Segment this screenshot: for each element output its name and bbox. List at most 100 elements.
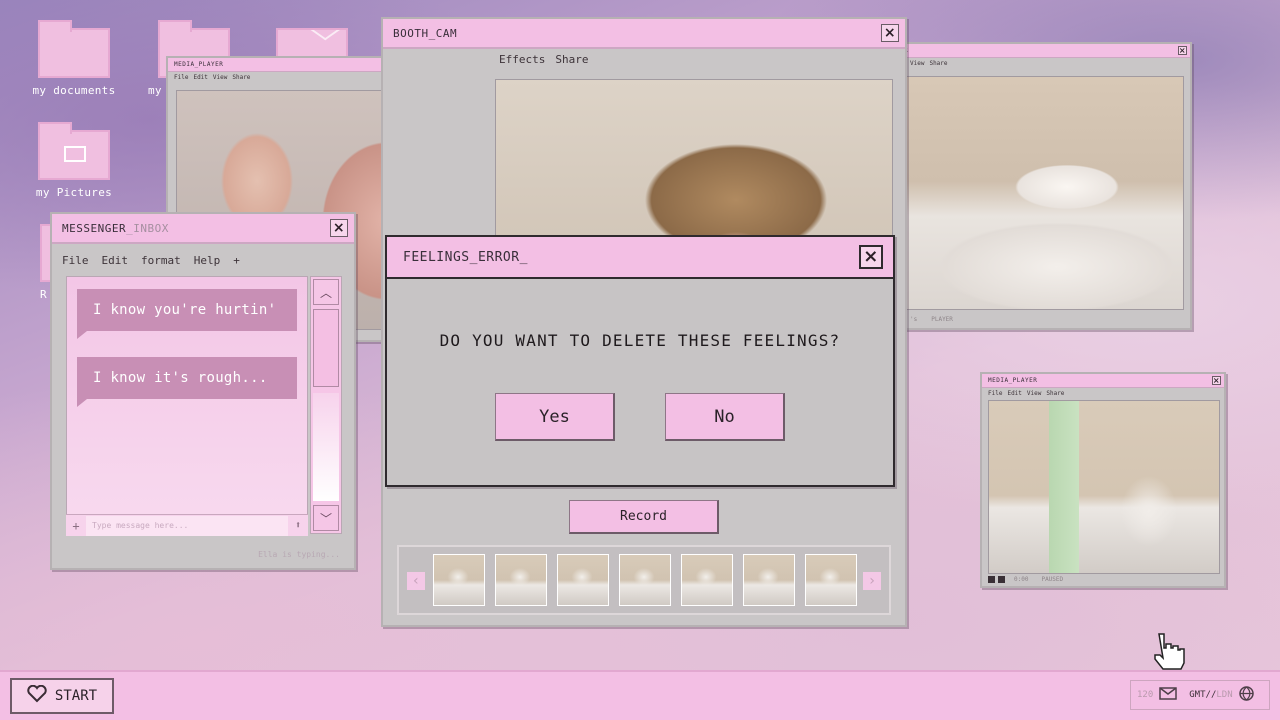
- chat-area: I know you're hurtin' I know it's rough.…: [66, 276, 308, 534]
- timezone-label: GMT//LDN: [1189, 690, 1232, 700]
- thumbnail-strip: ‹ ›: [397, 545, 891, 615]
- title-bar[interactable]: BOOTH_CAM ×: [383, 19, 905, 49]
- timezone-main: GMT: [1189, 690, 1206, 700]
- pause-icon[interactable]: [998, 576, 1005, 583]
- thumbnail[interactable]: [805, 554, 857, 606]
- menu-help[interactable]: Help: [194, 254, 221, 267]
- start-label: START: [54, 688, 98, 704]
- window-title: MEDIA_PLAYER: [988, 377, 1038, 384]
- menu-edit[interactable]: Edit: [1007, 390, 1021, 397]
- send-icon[interactable]: ⬆: [288, 520, 308, 531]
- chat-bubble: I know you're hurtin': [77, 289, 297, 339]
- dialog-message: DO YOU WANT TO DELETE THESE FEELINGS?: [439, 331, 841, 350]
- menu-share[interactable]: Share: [555, 53, 588, 66]
- thumbnail-list: [433, 554, 857, 606]
- add-attachment-icon[interactable]: +: [66, 519, 86, 533]
- message-count: 120: [1137, 690, 1154, 700]
- close-icon[interactable]: ×: [859, 245, 883, 269]
- chat-bubble: I know it's rough...: [77, 357, 297, 407]
- record-label: Record: [620, 509, 667, 524]
- window-title-main: MESSENGER: [62, 221, 127, 235]
- menu-view[interactable]: View: [910, 60, 924, 67]
- globe-icon[interactable]: [1238, 686, 1254, 704]
- title-bar[interactable]: MEDIA_PLAYER ×: [982, 374, 1224, 388]
- taskbar: START 120 GMT//LDN: [0, 670, 1280, 720]
- feelings-error-dialog[interactable]: FEELINGS_ERROR_ × DO YOU WANT TO DELETE …: [385, 235, 895, 487]
- message-input-bar: + Type message here... ⬆: [66, 514, 308, 536]
- desktop-icon-my-pictures[interactable]: my Pictures: [26, 122, 122, 199]
- media-player-window[interactable]: R × View Share 's PLAYER: [896, 42, 1192, 330]
- menu-format[interactable]: format: [141, 254, 181, 267]
- desktop-icon-label: my documents: [32, 84, 116, 97]
- desktop-icon-label: my: [148, 84, 162, 97]
- thumbnail[interactable]: [433, 554, 485, 606]
- menu-share[interactable]: Share: [929, 60, 947, 67]
- menu-file[interactable]: File: [988, 390, 1002, 397]
- thumbnail[interactable]: [743, 554, 795, 606]
- scroll-down-icon[interactable]: ﹀: [313, 505, 339, 531]
- chat-message: I know you're hurtin': [93, 302, 277, 318]
- strip-next-button[interactable]: ›: [863, 572, 881, 590]
- close-icon[interactable]: ×: [1178, 46, 1187, 55]
- strip-prev-button[interactable]: ‹: [407, 572, 425, 590]
- menu-file[interactable]: File: [174, 74, 188, 81]
- menu-edit[interactable]: Edit: [102, 254, 129, 267]
- system-tray: 120 GMT//LDN: [1130, 680, 1270, 710]
- yes-button[interactable]: Yes: [495, 393, 615, 441]
- messenger-window[interactable]: MESSENGER_INBOX × File Edit format Help …: [50, 212, 356, 570]
- title-bar[interactable]: R ×: [898, 44, 1190, 58]
- player-status: 's PLAYER: [910, 316, 953, 323]
- folder-icon: [38, 20, 110, 78]
- scroll-track[interactable]: [313, 393, 339, 501]
- record-button[interactable]: Record: [569, 500, 719, 534]
- video-frame: [906, 76, 1184, 310]
- window-title: MEDIA_PLAYER: [174, 61, 224, 68]
- menu-bar: Effects Share: [383, 49, 905, 70]
- menu-bar: View Share: [898, 58, 1190, 69]
- player-controls: 0:00 PAUSED: [988, 576, 1063, 583]
- media-player-window[interactable]: MEDIA_PLAYER × File Edit View Share 0:00…: [980, 372, 1226, 588]
- menu-bar: File Edit format Help +: [52, 244, 354, 271]
- menu-file[interactable]: File: [62, 254, 89, 267]
- close-icon[interactable]: ×: [1212, 376, 1221, 385]
- scroll-up-icon[interactable]: ︿: [313, 279, 339, 305]
- timezone-separator: //: [1205, 690, 1217, 700]
- typing-status: Ella is typing...: [258, 550, 340, 559]
- desktop-icon-label: my Pictures: [35, 186, 113, 199]
- dialog-title: FEELINGS_ERROR_: [403, 249, 528, 265]
- no-label: No: [714, 406, 735, 427]
- hand-cursor-icon: [1150, 632, 1186, 672]
- thumbnail[interactable]: [681, 554, 733, 606]
- menu-view[interactable]: View: [213, 74, 227, 81]
- mail-icon[interactable]: [1159, 687, 1178, 703]
- desktop-icon-my-documents[interactable]: my documents: [26, 20, 122, 97]
- start-button[interactable]: START: [10, 678, 114, 714]
- camera-preview: [495, 79, 893, 249]
- play-icon[interactable]: [988, 576, 995, 583]
- thumbnail[interactable]: [557, 554, 609, 606]
- chat-scrollbar[interactable]: ︿ ﹀: [310, 276, 342, 534]
- menu-view[interactable]: View: [1027, 390, 1041, 397]
- status-state: PLAYER: [931, 316, 953, 323]
- scroll-thumb[interactable]: [313, 309, 339, 387]
- title-bar[interactable]: FEELINGS_ERROR_ ×: [387, 237, 893, 279]
- title-bar[interactable]: MESSENGER_INBOX ×: [52, 214, 354, 244]
- thumbnail[interactable]: [619, 554, 671, 606]
- message-input[interactable]: Type message here...: [86, 515, 288, 536]
- window-title: MESSENGER_INBOX: [62, 222, 169, 235]
- menu-bar: File Edit View Share: [982, 388, 1224, 399]
- menu-add[interactable]: +: [233, 254, 240, 267]
- thumbnail[interactable]: [495, 554, 547, 606]
- status-state: PAUSED: [1041, 576, 1064, 583]
- status-time: 's: [910, 316, 918, 323]
- no-button[interactable]: No: [665, 393, 785, 441]
- window-title: BOOTH_CAM: [393, 26, 458, 40]
- close-icon[interactable]: ×: [330, 219, 348, 237]
- close-icon[interactable]: ×: [881, 24, 899, 42]
- window-title-sub: _INBOX: [126, 221, 169, 235]
- menu-effects[interactable]: Effects: [499, 53, 545, 66]
- heart-icon: [27, 684, 47, 707]
- menu-edit[interactable]: Edit: [193, 74, 207, 81]
- menu-share[interactable]: Share: [1046, 390, 1064, 397]
- menu-share[interactable]: Share: [232, 74, 250, 81]
